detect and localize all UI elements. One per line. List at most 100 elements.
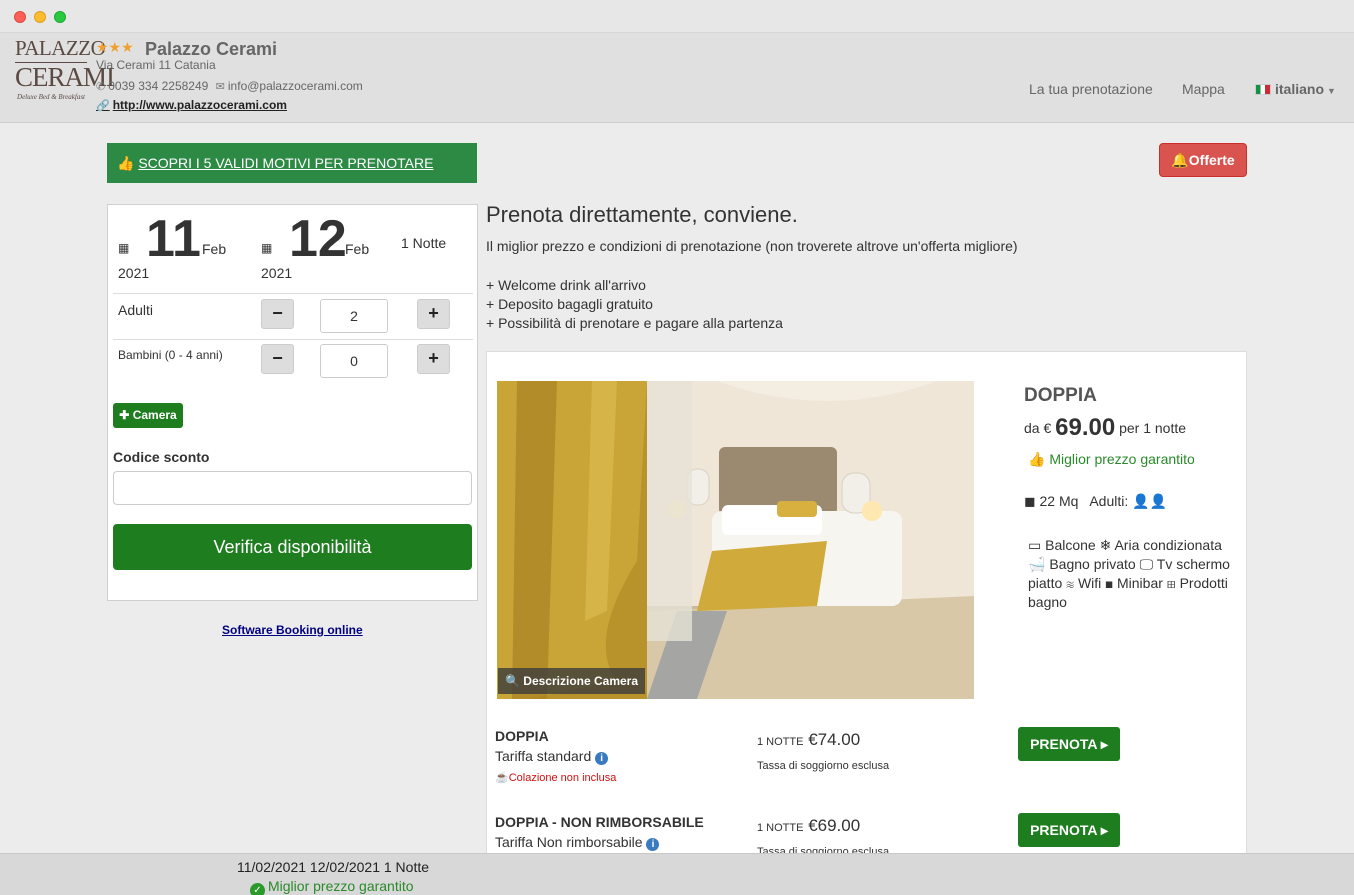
close-window-button[interactable] <box>14 11 26 23</box>
rate-price-value: €74.00 <box>808 730 861 749</box>
software-booking-link[interactable]: Software Booking online <box>222 623 363 637</box>
room-photo[interactable]: 🔍 Descrizione Camera <box>497 381 974 699</box>
room-photo-illustration <box>497 381 974 699</box>
rate-type-label: Tariffa Non rimborsabile <box>495 834 643 850</box>
book-rate-non-refundable-button[interactable]: PRENOTA ▸ <box>1018 813 1120 847</box>
promo-banner[interactable]: 👍 SCOPRI I 5 VALIDI MOTIVI PER PRENOTARE <box>107 143 477 183</box>
booking-form: ▦ 11 Feb 2021 ▦ 12 Feb 2021 1 Notte Adul… <box>107 204 478 601</box>
footer-dates: 11/02/2021 12/02/2021 1 Notte <box>237 859 430 875</box>
best-price-badge: 👍 Miglior prezzo garantito <box>1028 451 1195 468</box>
checkin-day: 11 <box>146 210 201 268</box>
amenity-wifi: Wifi <box>1077 575 1102 591</box>
room-price-suffix: per 1 notte <box>1119 420 1187 436</box>
rate-tax-note: Tassa di soggiorno esclusa <box>757 760 890 772</box>
children-input[interactable]: 0 <box>320 344 388 378</box>
offers-label: Offerte <box>1188 152 1235 168</box>
language-selector[interactable]: italiano ▼ <box>1255 81 1336 97</box>
star-rating: ★★★ <box>96 39 134 55</box>
room-size: ◼ 22 Mq Adulti: 👤👤 <box>1024 493 1167 510</box>
window-icon: ▭ <box>1028 537 1042 553</box>
perk-item: + Deposito bagagli gratuito <box>486 296 653 312</box>
promo-banner-text[interactable]: SCOPRI I 5 VALIDI MOTIVI PER PRENOTARE <box>138 155 433 171</box>
rate-standard: DOPPIA Tariffa standard i ☕Colazione non… <box>495 728 616 784</box>
perk-item: + Welcome drink all'arrivo <box>486 277 646 293</box>
cube-icon: ◼ <box>1105 575 1114 591</box>
rate-price-value: €69.00 <box>808 816 861 835</box>
children-label: Bambini (0 - 4 anni) <box>118 348 223 362</box>
calendar-icon: ▦ <box>118 241 130 255</box>
discount-code-input[interactable] <box>113 471 472 505</box>
snowflake-icon: ❄ <box>1099 537 1112 553</box>
room-name: DOPPIA <box>1024 385 1097 406</box>
hotel-phone: 0039 334 2258249 <box>108 79 209 93</box>
thumbs-up-icon: 👍 <box>1028 451 1046 467</box>
divider <box>113 339 473 340</box>
checkout-day: 12 <box>289 210 347 268</box>
minimize-window-button[interactable] <box>34 11 46 23</box>
nav-my-booking[interactable]: La tua prenotazione <box>1029 81 1153 97</box>
logo-line2: CERAMI <box>15 62 115 92</box>
hotel-address: Via Cerami 11 Catania <box>96 58 216 72</box>
adults-input[interactable]: 2 <box>320 299 388 333</box>
users-icon: 👤👤 <box>1132 493 1168 509</box>
room-size-value: 22 Mq <box>1039 493 1079 509</box>
footer-best-price: ✓ Miglior prezzo garantito <box>250 878 414 895</box>
rate-name: DOPPIA <box>495 728 549 744</box>
room-description-button[interactable]: 🔍 Descrizione Camera <box>498 668 646 694</box>
calendar-icon: ▦ <box>261 241 273 255</box>
info-icon[interactable]: i <box>595 752 609 765</box>
amenity-bagno: Bagno privato <box>1049 556 1136 572</box>
bath-icon: 🛁 <box>1028 556 1046 572</box>
perk-item: + Possibilità di prenotare e pagare alla… <box>486 315 783 331</box>
info-icon[interactable]: i <box>646 838 660 851</box>
language-label: italiano <box>1275 81 1325 97</box>
envelope-icon: ✉ <box>215 81 225 93</box>
children-decrement-button[interactable]: − <box>261 344 294 374</box>
room-adults-label: Adulti: <box>1089 493 1129 509</box>
caret-right-icon: ▸ <box>1096 736 1108 752</box>
adults-decrement-button[interactable]: − <box>261 299 294 329</box>
amenity-minibar: Minibar <box>1117 575 1163 591</box>
maximize-window-button[interactable] <box>54 11 66 23</box>
thumbs-up-icon: 👍 <box>117 155 135 171</box>
children-increment-button[interactable]: + <box>417 344 450 374</box>
rate-non-refundable: DOPPIA - NON RIMBORSABILE Tariffa Non ri… <box>495 814 704 851</box>
room-description-label: Descrizione Camera <box>523 674 639 688</box>
breakfast-label: Colazione non inclusa <box>508 772 617 784</box>
footer-best-price-label: Miglior prezzo garantito <box>268 878 414 894</box>
hotel-website[interactable]: 🔗 http://www.palazzocerami.com <box>96 98 287 112</box>
link-icon: 🔗 <box>96 100 110 112</box>
rate-type: Tariffa standard i <box>495 748 616 765</box>
hotel-email[interactable]: info@palazzocerami.com <box>228 79 363 93</box>
check-availability-button[interactable]: Verifica disponibilità <box>113 524 472 570</box>
nav-map[interactable]: Mappa <box>1182 81 1225 97</box>
checkout-month: Feb <box>345 241 370 257</box>
best-price-label: Miglior prezzo garantito <box>1049 451 1195 467</box>
book-rate-standard-button[interactable]: PRENOTA ▸ <box>1018 727 1120 761</box>
sitemap-icon: ⊞ <box>1166 575 1176 591</box>
window-titlebar <box>0 0 1354 33</box>
offers-button[interactable]: 🔔Offerte <box>1159 143 1247 177</box>
hotel-website-link[interactable]: http://www.palazzocerami.com <box>113 98 287 112</box>
add-room-label: Camera <box>132 408 177 422</box>
discount-code-label: Codice sconto <box>113 449 210 465</box>
rate-type: Tariffa Non rimborsabile i <box>495 834 704 851</box>
hotel-logo[interactable]: PALAZZO CERAMI Deluxe Bed & Breakfast <box>15 37 115 113</box>
search-icon: 🔍 <box>505 674 520 688</box>
logo-line3: Deluxe Bed & Breakfast <box>17 93 85 101</box>
divider <box>113 293 473 294</box>
rate-name: DOPPIA - NON RIMBORSABILE <box>495 814 704 830</box>
main-subtitle: Il miglior prezzo e condizioni di prenot… <box>486 238 1018 254</box>
room-amenities: ▭ Balcone ❄ Aria condizionata 🛁 Bagno pr… <box>1028 536 1238 612</box>
adults-increment-button[interactable]: + <box>417 299 450 329</box>
rate-type-label: Tariffa standard <box>495 748 592 764</box>
add-room-button[interactable]: ✚ Camera <box>113 403 183 428</box>
room-panel: 🔍 Descrizione Camera DOPPIA da € 69.00 p… <box>486 351 1247 861</box>
bell-icon: 🔔 <box>1171 152 1189 168</box>
room-price-value: 69.00 <box>1055 414 1116 441</box>
rate-nights: 1 NOTTE <box>757 822 804 834</box>
adults-label: Adulti <box>118 302 154 318</box>
rate-price: 1 NOTTE €74.00 <box>757 730 860 750</box>
italy-flag-icon <box>1255 84 1271 95</box>
wifi-icon: ≋ <box>1066 575 1075 591</box>
